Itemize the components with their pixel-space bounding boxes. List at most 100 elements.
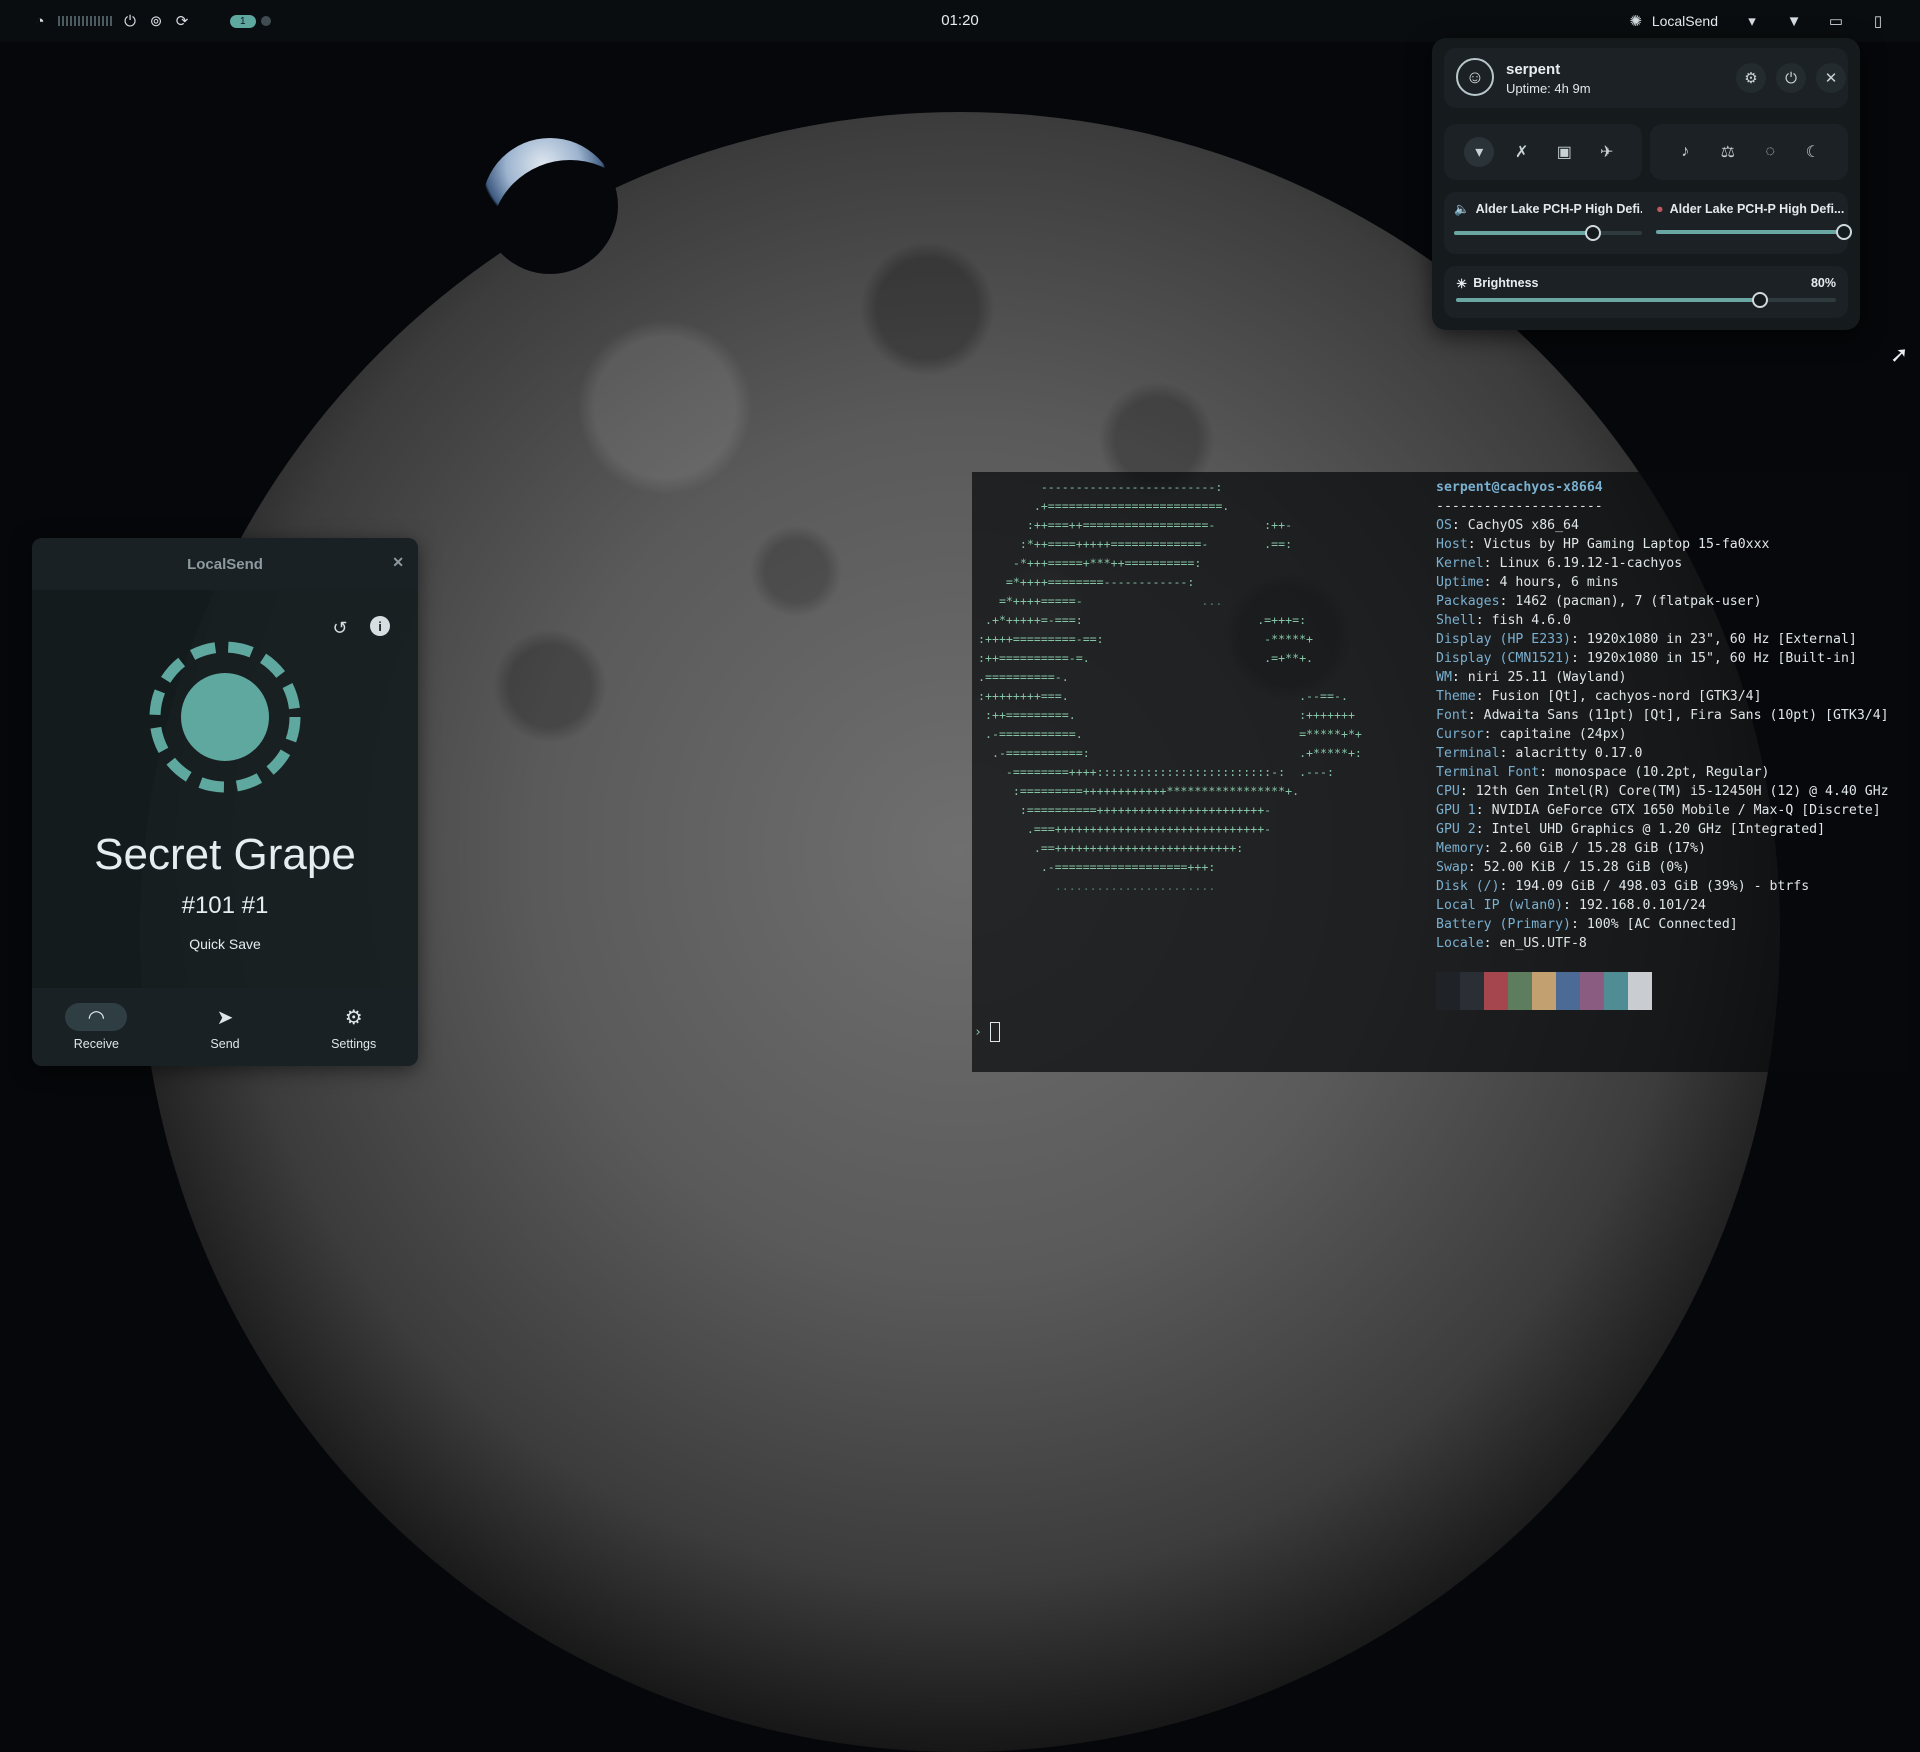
info-line: CPU: 12th Gen Intel(R) Core(TM) i5-12450… <box>1436 784 1889 799</box>
notification-icon[interactable]: ▯ <box>1870 12 1886 30</box>
screenshot-toggle[interactable]: ▣ <box>1549 137 1579 167</box>
info-value: 1920x1080 in 23", 60 Hz [External] <box>1586 632 1857 647</box>
bluetooth-toggle[interactable]: ✗ <box>1507 137 1537 167</box>
brightness-card: ☀ Brightness 80% <box>1444 266 1848 318</box>
wifi-icon[interactable]: ▼ <box>1786 13 1802 30</box>
palette-swatch <box>1580 972 1604 1010</box>
nav-send-label: Send <box>210 1037 240 1051</box>
palette-swatch <box>1556 972 1580 1010</box>
speaker-icon: 🔈 <box>1454 202 1470 216</box>
info-icon[interactable]: i <box>370 616 390 636</box>
info-key: WM <box>1436 670 1452 685</box>
settings-button[interactable]: ⚙ <box>1736 63 1766 93</box>
send-icon: ➤ <box>216 1006 234 1029</box>
info-key: Kernel <box>1436 556 1484 571</box>
info-value: Fusion [Qt], cachyos-nord [GTK3/4] <box>1491 689 1762 704</box>
topbar-left: ◔ ⏻ ⊚ ⟳ 1 <box>8 12 295 30</box>
input-volume-slider[interactable] <box>1656 224 1852 240</box>
localsend-actions: ↺ i <box>328 616 390 640</box>
info-line: Kernel: Linux 6.19.12-1-cachyos <box>1436 556 1683 571</box>
info-value: 100% [AC Connected] <box>1586 917 1738 932</box>
user-host: serpent@cachyos-x8664 <box>1436 480 1603 495</box>
close-icon[interactable]: ✕ <box>392 554 404 571</box>
mouse-pointer-icon: ➚ <box>1890 342 1909 367</box>
terminal-window[interactable]: -------------------------: .+===========… <box>972 472 1908 1072</box>
info-line: Display (CMN1521): 1920x1080 in 15", 60 … <box>1436 651 1857 666</box>
history-icon[interactable]: ↺ <box>328 616 352 640</box>
night-light-toggle[interactable]: ☾ <box>1798 137 1828 167</box>
info-line: WM: niri 25.11 (Wayland) <box>1436 670 1627 685</box>
tray-localsend[interactable]: ✺ LocalSend <box>1628 12 1718 30</box>
output-volume-slider[interactable] <box>1454 225 1642 241</box>
sync-icon[interactable]: ⟳ <box>174 12 190 30</box>
info-key: Host <box>1436 537 1468 552</box>
info-line: Theme: Fusion [Qt], cachyos-nord [GTK3/4… <box>1436 689 1762 704</box>
mic-icon: ● <box>1656 202 1664 216</box>
workspace-2[interactable] <box>260 16 271 26</box>
bluetooth-off-icon: ✗ <box>1515 144 1529 161</box>
info-line: GPU 1: NVIDIA GeForce GTX 1650 Mobile / … <box>1436 803 1881 818</box>
window-titlebar[interactable]: LocalSend ✕ <box>32 538 418 590</box>
info-value: NVIDIA GeForce GTX 1650 Mobile / Max-Q [… <box>1491 803 1881 818</box>
info-lines: OS: CachyOS x86_64 Host: Victus by HP Gam… <box>1436 516 1889 953</box>
user-name: serpent <box>1506 61 1561 78</box>
brightness-value: 80% <box>1810 276 1836 290</box>
bell-icon: ♪ <box>1681 143 1690 160</box>
info-key: OS <box>1436 518 1452 533</box>
info-value: monospace (10.2pt, Regular) <box>1555 765 1770 780</box>
battery-icon[interactable]: ▭ <box>1828 12 1844 30</box>
info-key: Theme <box>1436 689 1476 704</box>
palette-swatch <box>1604 972 1628 1010</box>
palette-swatch <box>1484 972 1508 1010</box>
info-value: 4 hours, 6 mins <box>1499 575 1619 590</box>
nav-settings-label: Settings <box>331 1037 377 1051</box>
shell-prompt[interactable]: › <box>974 1022 1000 1042</box>
close-button[interactable]: ✕ <box>1816 63 1846 93</box>
info-line: Packages: 1462 (pacman), 7 (flatpak-user… <box>1436 594 1762 609</box>
info-line: Shell: fish 4.6.0 <box>1436 613 1571 628</box>
sun-icon: ☀ <box>1456 277 1468 291</box>
device-code: #101 #1 <box>181 892 269 919</box>
info-key: Terminal <box>1436 746 1500 761</box>
info-value: en_US.UTF-8 <box>1499 936 1587 951</box>
chevron-down-icon[interactable]: ▾ <box>1744 12 1760 30</box>
power-profile-icon[interactable]: ⏻ <box>122 13 138 30</box>
balance-toggle[interactable]: ⚖ <box>1713 137 1743 167</box>
info-value: 2.60 GiB / 15.28 GiB (17%) <box>1499 841 1706 856</box>
info-value: alacritty 0.17.0 <box>1515 746 1643 761</box>
separator: --------------------- <box>1436 499 1603 514</box>
info-line: Host: Victus by HP Gaming Laptop 15-fa0x… <box>1436 537 1770 552</box>
wifi-toggle[interactable]: ▾ <box>1464 137 1495 167</box>
info-key: Display (CMN1521) <box>1436 651 1571 666</box>
topbar-right: ✺ LocalSend ▾ ▼ ▭ ▯ <box>1604 12 1910 31</box>
airplane-off-icon: ✈ <box>1600 144 1614 161</box>
localsend-window: LocalSend ✕ ↺ i Secret Grape #101 #1 Qui… <box>32 538 418 1066</box>
wifi-icon: ◠ <box>65 1003 128 1031</box>
nav-send[interactable]: ➤ Send <box>161 988 290 1066</box>
info-line: Locale: en_US.UTF-8 <box>1436 936 1587 951</box>
power-button[interactable]: ⏻ <box>1776 63 1806 93</box>
caffeine-toggle[interactable]: ◌ <box>1755 137 1785 167</box>
info-value: Intel UHD Graphics @ 1.20 GHz [Integrate… <box>1491 822 1826 837</box>
info-key: Terminal Font <box>1436 765 1540 780</box>
device-name: Secret Grape <box>94 830 356 879</box>
info-key: Cursor <box>1436 727 1484 742</box>
quick-save-label[interactable]: Quick Save <box>32 936 418 952</box>
info-line: Memory: 2.60 GiB / 15.28 GiB (17%) <box>1436 841 1706 856</box>
info-key: Battery (Primary) <box>1436 917 1571 932</box>
palette-swatch <box>1508 972 1532 1010</box>
info-value: 52.00 KiB / 15.28 GiB (0%) <box>1483 860 1691 875</box>
info-key: Memory <box>1436 841 1484 856</box>
user-card: ☺ serpent Uptime: 4h 9m ⚙ ⏻ ✕ <box>1444 48 1848 108</box>
localsend-logo <box>149 641 301 793</box>
nav-settings[interactable]: ⚙ Settings <box>289 988 418 1066</box>
input-device-label: Alder Lake PCH-P High Defi... <box>1669 202 1844 216</box>
nav-receive[interactable]: ◠ Receive <box>32 988 161 1066</box>
screen-record-icon[interactable]: ⊚ <box>148 12 164 30</box>
brightness-slider[interactable] <box>1456 292 1836 308</box>
airplane-toggle[interactable]: ✈ <box>1592 137 1622 167</box>
prompt-symbol: › <box>974 1025 982 1040</box>
notifications-toggle[interactable]: ♪ <box>1670 137 1700 167</box>
workspace-1[interactable]: 1 <box>230 14 256 28</box>
gauge-icon[interactable]: ◔ <box>32 13 48 30</box>
